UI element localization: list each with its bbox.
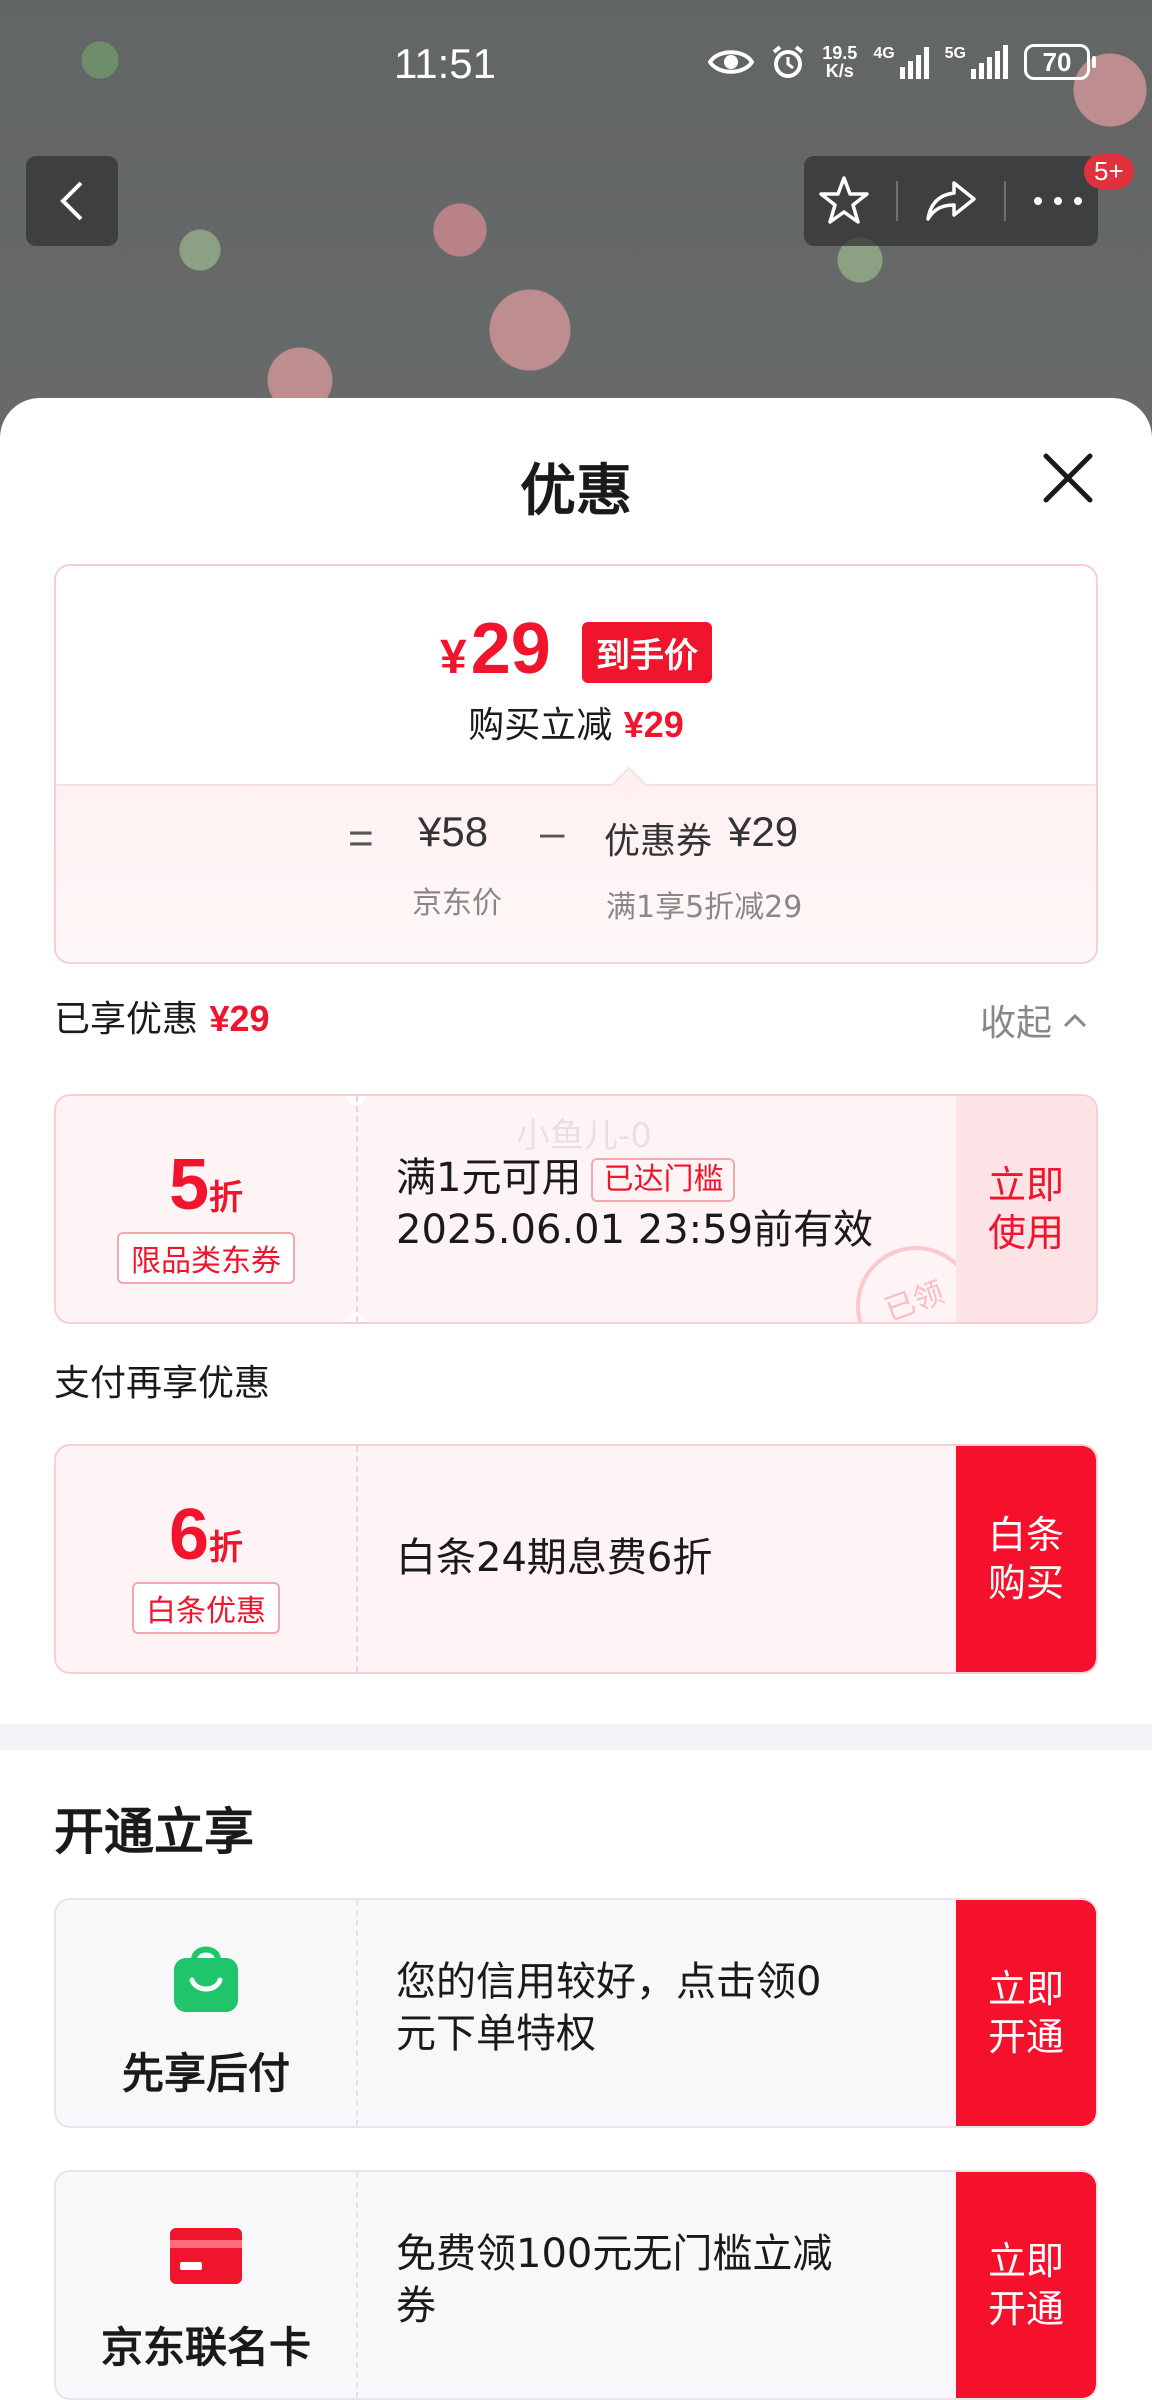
signal-5g-icon: 5G xyxy=(945,45,1008,79)
signal-4g-icon: 4G xyxy=(873,45,929,79)
alarm-icon xyxy=(772,45,804,78)
coupon-discount-value: 5 xyxy=(168,1145,210,1225)
coupon-label: 优惠券 xyxy=(604,821,713,862)
final-price-tag: 到手价 xyxy=(582,622,712,683)
coupon-discount-block: 6折 白条优惠 xyxy=(56,1446,358,1672)
close-icon[interactable] xyxy=(1040,450,1096,506)
service-name: 京东联名卡 xyxy=(100,2323,311,2372)
discount-sheet: 优惠 ¥ 29 到手价 购买立减 ¥29 = ¥58 京东价 – 优惠券 ¥29… xyxy=(0,398,1152,2400)
final-price-section: ¥ 29 到手价 购买立减 ¥29 xyxy=(56,566,1096,784)
section-divider xyxy=(0,1724,1152,1750)
network-speed-value: 19.5 xyxy=(822,43,858,63)
signal-5g-label: 5G xyxy=(944,45,966,62)
open-now-line2: 开通 xyxy=(987,2287,1064,2331)
status-time: 11:51 xyxy=(394,40,496,87)
enjoyed-discount-label: 已享优惠 xyxy=(54,999,199,1040)
chevron-up-icon xyxy=(1063,1013,1087,1028)
status-icons: 19.5 K/s 4G 5G 70 xyxy=(708,44,1096,80)
coupon-details: 满1元可用 已达门槛 2025.06.01 23:59前有效 xyxy=(396,1152,873,1256)
instant-reduction-amount: ¥29 xyxy=(623,704,684,745)
sheet-title: 优惠 xyxy=(520,459,632,524)
share-icon[interactable] xyxy=(924,177,978,225)
more-icon[interactable] xyxy=(1031,195,1085,207)
top-toolbar xyxy=(804,156,1098,246)
baitiao-buy-line1: 白条 xyxy=(987,1513,1064,1557)
coupon-card-baitiao: 6折 白条优惠 白条24期息费6折 白条 购买 xyxy=(54,1444,1098,1674)
coupon-discount: 5折 xyxy=(56,1144,356,1226)
coupon-type-tag: 限品类东券 xyxy=(117,1232,295,1284)
open-now-button[interactable]: 立即 开通 xyxy=(956,2172,1096,2398)
service-description-line2: 券 xyxy=(396,2283,436,2329)
baitiao-buy-button[interactable]: 白条 购买 xyxy=(956,1446,1096,1672)
minus-sign: – xyxy=(540,808,565,857)
open-now-line1: 立即 xyxy=(987,1967,1064,2011)
network-speed-unit: K/s xyxy=(825,61,854,81)
toolbar-divider xyxy=(1003,181,1006,221)
credit-card-icon xyxy=(170,2228,242,2284)
coupon-condition: 满1元可用 xyxy=(396,1155,582,1201)
final-price-value: 29 xyxy=(470,609,551,689)
service-description-line1: 免费领100元无门槛立减 xyxy=(396,2231,833,2277)
shopping-bag-icon xyxy=(174,1946,238,2012)
open-now-line1: 立即 xyxy=(987,2239,1064,2283)
service-description: 免费领100元无门槛立减 券 xyxy=(396,2228,832,2332)
coupon-amount: ¥29 xyxy=(728,808,799,855)
instant-reduction: 购买立减 ¥29 xyxy=(56,696,1096,748)
collapse-label: 收起 xyxy=(980,1003,1053,1044)
collapse-button[interactable]: 收起 xyxy=(980,994,1088,1046)
service-name: 先享后付 xyxy=(121,2049,290,2098)
currency-symbol: ¥ xyxy=(440,631,467,684)
price-summary-card: ¥ 29 到手价 购买立减 ¥29 = ¥58 京东价 – 优惠券 ¥29 满1… xyxy=(54,564,1098,964)
jd-price: ¥58 xyxy=(418,808,489,855)
toolbar-divider xyxy=(896,181,899,221)
chevron-left-icon xyxy=(60,181,83,221)
coupon-condition-line: 满1元可用 已达门槛 xyxy=(396,1152,873,1204)
service-card-pay-later: 先享后付 您的信用较好，点击领0 元下单特权 立即 开通 xyxy=(54,1898,1098,2128)
enjoyed-discount: 已享优惠 ¥29 xyxy=(54,990,270,1042)
coupon-rule: 满1享5折减29 xyxy=(606,890,803,925)
watermark-text: 小鱼儿-0 xyxy=(516,1116,652,1156)
eye-icon xyxy=(708,50,755,74)
open-section-title: 开通立享 xyxy=(54,1803,254,1861)
instant-reduction-label: 购买立减 xyxy=(468,705,613,746)
star-icon[interactable] xyxy=(817,174,871,228)
equals-sign: = xyxy=(348,814,374,863)
open-now-button[interactable]: 立即 开通 xyxy=(956,1900,1096,2126)
final-price: ¥ 29 xyxy=(440,608,551,690)
coupon-discount-unit: 折 xyxy=(209,1178,244,1218)
signal-4g-label: 4G xyxy=(873,45,895,62)
network-speed: 19.5 K/s xyxy=(822,44,857,80)
open-now-line2: 开通 xyxy=(987,2015,1064,2059)
back-button[interactable] xyxy=(26,156,118,246)
service-description-line1: 您的信用较好，点击领0 xyxy=(396,1959,822,2005)
use-now-line1: 立即 xyxy=(987,1163,1064,1207)
baitiao-buy-line2: 购买 xyxy=(987,1561,1064,1605)
use-now-line2: 使用 xyxy=(987,1211,1064,1255)
coupon-discount-unit: 折 xyxy=(209,1528,244,1568)
use-now-button[interactable]: 立即 使用 xyxy=(956,1096,1096,1322)
coupon-discount-block: 5折 限品类东券 xyxy=(56,1096,358,1322)
battery-indicator: 70 xyxy=(1024,44,1096,80)
message-count-badge: 5+ xyxy=(1084,154,1134,189)
coupon-card-jd: 5折 限品类东券 小鱼儿-0 满1元可用 已达门槛 2025.06.01 23:5… xyxy=(54,1094,1098,1324)
coupon-validity: 2025.06.01 23:59前有效 xyxy=(396,1207,874,1253)
service-brand-block: 先享后付 xyxy=(56,1900,358,2126)
jd-price-label: 京东价 xyxy=(412,886,502,921)
coupon-discount-value: 6 xyxy=(168,1495,210,1575)
status-bar: 11:51 19.5 K/s 4G 5G 70 xyxy=(0,30,1152,100)
service-card-co-brand-card: 京东联名卡 免费领100元无门槛立减 券 立即 开通 xyxy=(54,2170,1098,2400)
service-brand-block: 京东联名卡 xyxy=(56,2172,358,2398)
coupon-discount: 6折 xyxy=(56,1494,356,1576)
price-breakdown: = ¥58 京东价 – 优惠券 ¥29 满1享5折减29 xyxy=(56,766,1096,962)
threshold-reached-tag: 已达门槛 xyxy=(591,1158,736,1202)
coupon-description: 白条24期息费6折 xyxy=(396,1535,713,1581)
service-description-line2: 元下单特权 xyxy=(396,2011,596,2057)
service-description: 您的信用较好，点击领0 元下单特权 xyxy=(396,1956,821,2060)
enjoyed-discount-amount: ¥29 xyxy=(209,998,270,1039)
coupon-type-tag: 白条优惠 xyxy=(132,1582,280,1634)
payment-section-label: 支付再享优惠 xyxy=(54,1363,271,1404)
